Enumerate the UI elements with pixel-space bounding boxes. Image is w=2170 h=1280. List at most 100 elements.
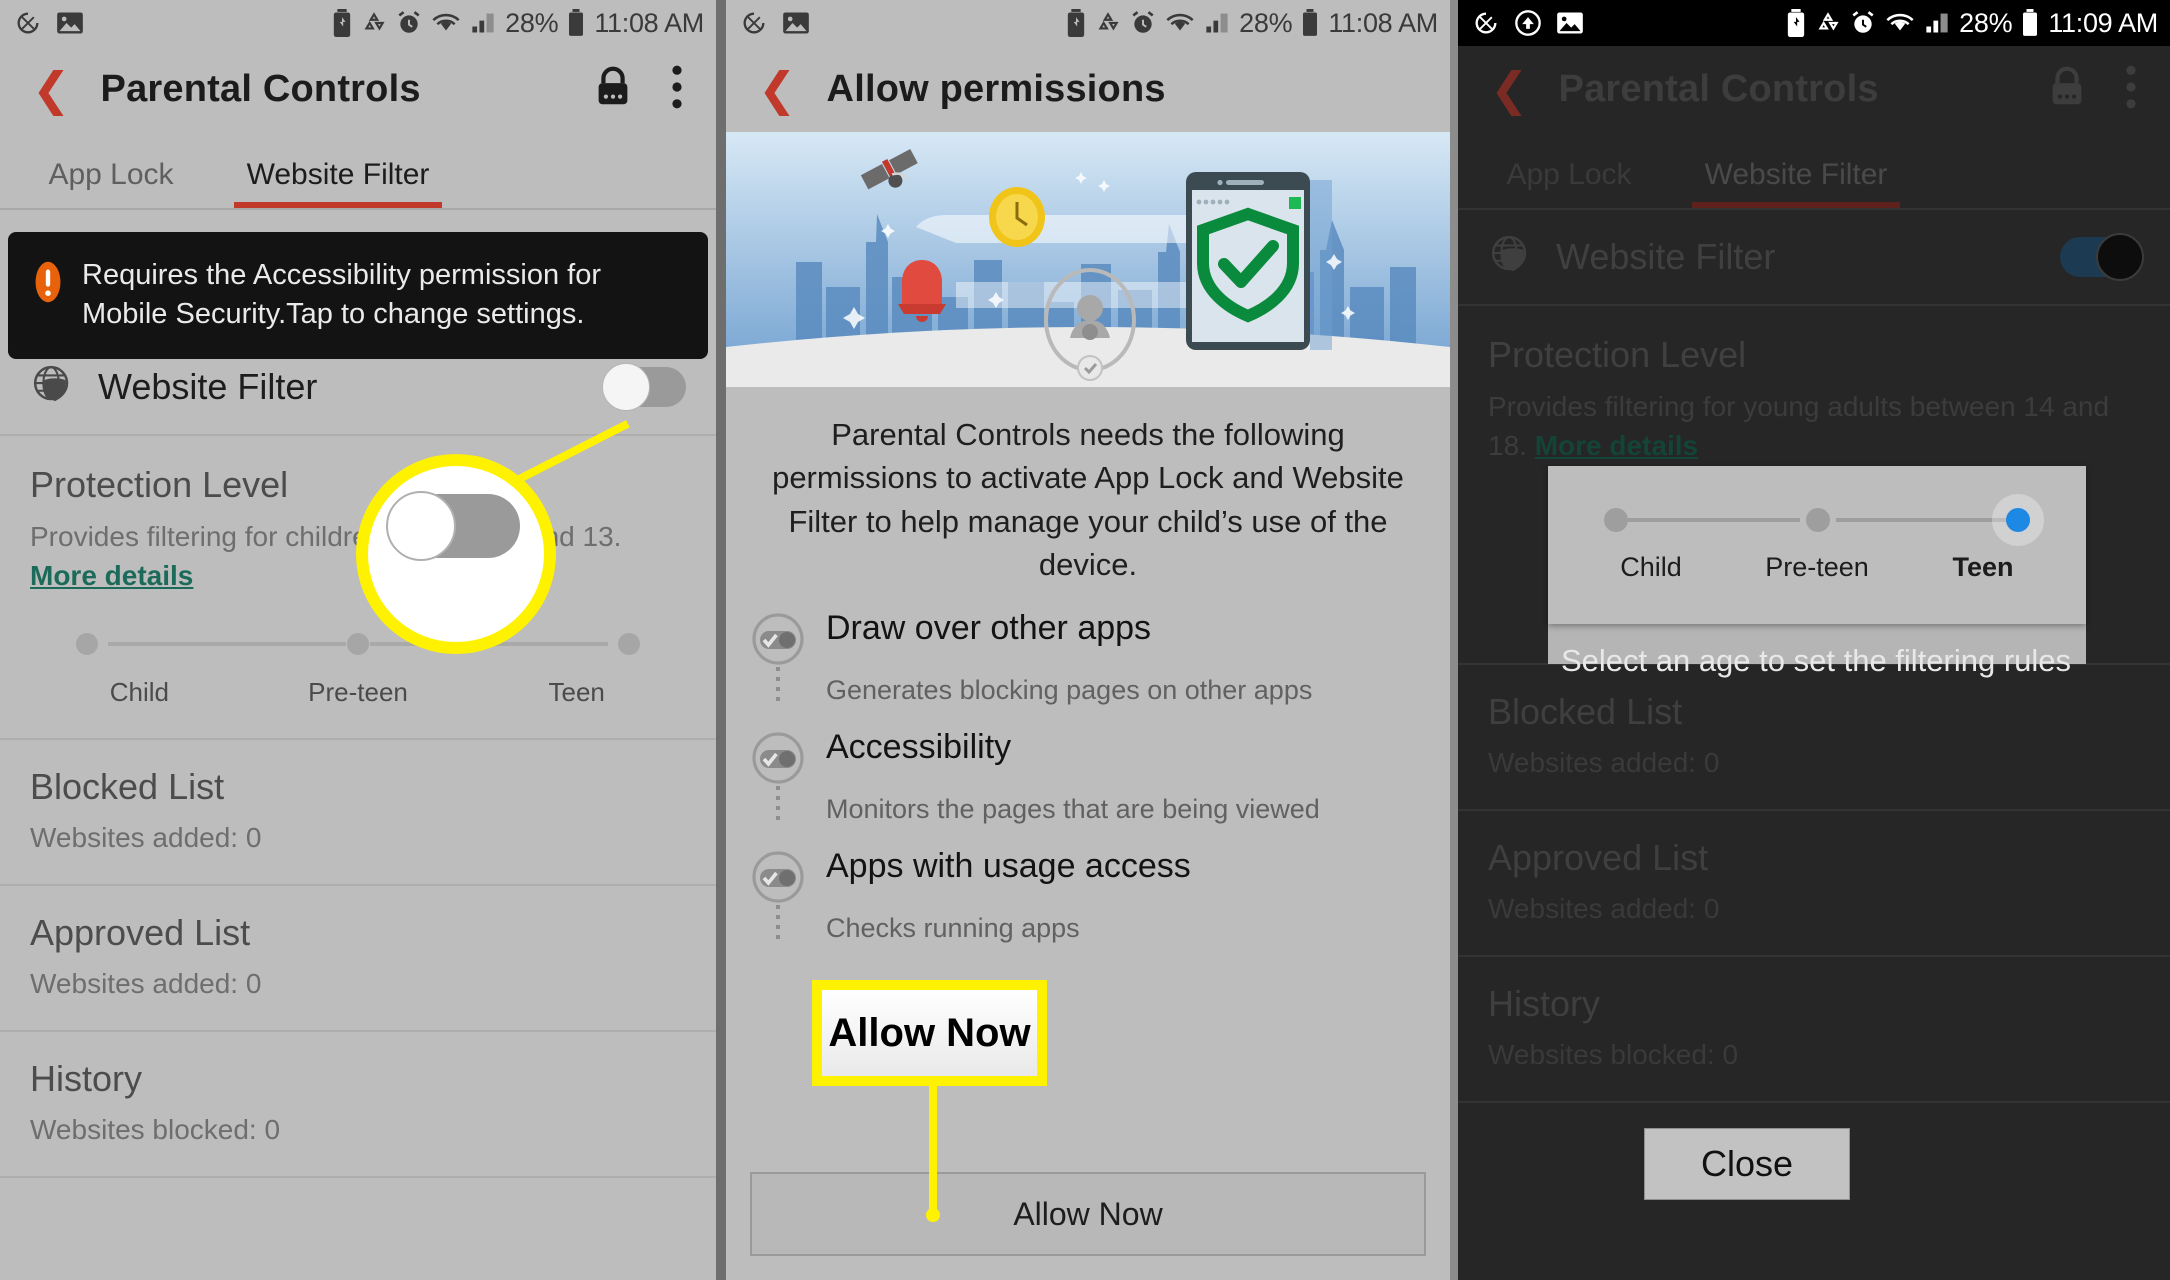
battery-percent: 28%: [1959, 7, 2013, 38]
slider-segment: [1628, 518, 1800, 522]
website-filter-toggle[interactable]: [602, 363, 686, 411]
age-level-popup[interactable]: Child Pre-teen Teen: [1548, 466, 2086, 624]
clock-time: 11:08 AM: [1328, 7, 1438, 38]
protection-level-title: Protection Level: [1488, 334, 1747, 375]
age-slider[interactable]: [1592, 500, 2042, 540]
page-title: Parental Controls: [1558, 67, 1879, 110]
approved-list-title: Approved List: [30, 912, 251, 954]
more-details-link[interactable]: More details: [1535, 430, 1698, 461]
permission-desc-row: Checks running apps: [752, 903, 1424, 944]
website-filter-row[interactable]: Website Filter: [1458, 210, 2170, 306]
permissions-hero-illustration: [726, 132, 1450, 387]
slider-dot-preteen[interactable]: [347, 633, 369, 656]
list-item[interactable]: History Websites blocked: 0: [1458, 957, 2170, 1104]
tab-app-lock[interactable]: App Lock: [0, 158, 222, 208]
list-item[interactable]: Approved List Websites added: 0: [0, 886, 716, 1033]
globe-shield-icon: [30, 362, 76, 413]
status-bar-right-icons: 28% 11:08 AM: [332, 8, 704, 39]
clock-time: 11:08 AM: [594, 7, 704, 38]
list-item[interactable]: History Websites blocked: 0: [0, 1032, 716, 1179]
website-filter-label: Website Filter: [1556, 236, 1776, 277]
lock-icon[interactable]: [2044, 64, 2090, 115]
battery-icon: [567, 9, 585, 37]
wifi-icon: [1165, 11, 1195, 35]
protection-level-title: Protection Level: [30, 464, 289, 505]
battery-saver-icon: [1066, 9, 1086, 37]
status-bar: 28% 11:08 AM: [726, 0, 1450, 46]
tab-website-filter[interactable]: Website Filter: [222, 158, 454, 208]
battery-percent: 28%: [505, 7, 559, 38]
panel-divider: [716, 0, 726, 1280]
connector-dots-icon: [776, 666, 780, 701]
upload-cloud-icon: [1514, 10, 1542, 36]
history-count: Websites blocked: 0: [1488, 1039, 1739, 1071]
age-label-teen: Teen: [1952, 552, 2014, 582]
lock-icon[interactable]: [590, 64, 636, 115]
alarm-icon: [396, 10, 422, 36]
permission-title: Accessibility: [826, 727, 1012, 766]
slider-label-child: Child: [109, 677, 169, 708]
app-bar: ❮ Parental Controls: [0, 46, 716, 132]
age-slider-labels: Child Pre-teen Teen: [1548, 552, 2086, 583]
permission-row[interactable]: Apps with usage access: [752, 847, 1424, 903]
slider-dot-preteen[interactable]: [1806, 508, 1830, 532]
more-details-link[interactable]: More details: [30, 560, 193, 591]
slider-dot-teen[interactable]: [2006, 508, 2030, 532]
list-item[interactable]: Blocked List Websites added: 0: [1458, 665, 2170, 812]
back-arrow-icon[interactable]: ❮: [1490, 66, 1529, 112]
history-title: History: [30, 1058, 143, 1100]
protection-level-description: Provides filtering for young adults betw…: [1488, 388, 2140, 465]
screen-rotate-icon: [14, 9, 42, 37]
magnified-toggle-knob: [386, 491, 456, 561]
list-item[interactable]: Blocked List Websites added: 0: [0, 740, 716, 887]
website-filter-toggle[interactable]: [2060, 233, 2144, 281]
protection-level-slider[interactable]: [44, 629, 672, 659]
status-bar-left-icons: [740, 9, 810, 37]
approved-list-count: Websites added: 0: [30, 968, 262, 1000]
screen-rotate-icon: [740, 9, 768, 37]
tab-bar: App Lock Website Filter: [0, 132, 716, 208]
permission-row[interactable]: Accessibility: [752, 728, 1424, 784]
battery-icon: [2021, 9, 2039, 37]
allow-now-button[interactable]: Allow Now: [750, 1172, 1426, 1256]
toggle-knob: [602, 363, 650, 411]
protection-level-section[interactable]: Protection Level Provides filtering for …: [0, 436, 716, 741]
back-arrow-icon[interactable]: ❮: [758, 66, 797, 112]
permission-row[interactable]: Draw over other apps: [752, 609, 1424, 665]
more-vert-icon[interactable]: [2124, 64, 2138, 115]
slider-dot-teen[interactable]: [618, 633, 640, 656]
slider-label-preteen: Pre-teen: [308, 677, 408, 708]
slider-segment: [108, 642, 346, 647]
callout-leader-dot: [926, 1208, 940, 1222]
tab-website-filter[interactable]: Website Filter: [1680, 158, 1912, 208]
back-arrow-icon[interactable]: ❮: [32, 66, 71, 112]
list-item[interactable]: Approved List Websites added: 0: [1458, 811, 2170, 958]
toggle-knob: [2096, 233, 2144, 281]
wifi-icon: [431, 11, 461, 35]
alarm-icon: [1130, 10, 1156, 36]
callout-label-allow-now: Allow Now: [812, 980, 1047, 1086]
close-button[interactable]: Close: [1644, 1128, 1850, 1200]
approved-list-count: Websites added: 0: [1488, 893, 1720, 925]
tab-app-lock[interactable]: App Lock: [1458, 158, 1680, 208]
age-selection-hint: Select an age to set the filtering rules: [1560, 643, 2072, 678]
signal-icon: [470, 11, 496, 35]
slider-label-teen: Teen: [548, 677, 605, 708]
slider-segment: [1836, 518, 2008, 522]
slider-dot-child[interactable]: [76, 633, 98, 656]
alert-icon: [34, 260, 62, 304]
callout-leader-line: [929, 1086, 937, 1216]
approved-list-title: Approved List: [1488, 837, 1709, 879]
more-vert-icon[interactable]: [670, 64, 684, 115]
toast-message: Requires the Accessibility permission fo…: [82, 259, 601, 330]
age-label-preteen: Pre-teen: [1765, 552, 1869, 582]
clock-time: 11:09 AM: [2048, 7, 2158, 38]
battery-icon: [1301, 9, 1319, 37]
permissions-body: Parental Controls needs the following pe…: [726, 387, 1450, 944]
battery-percent: 28%: [1239, 7, 1293, 38]
status-bar: 28% 11:09 AM: [1458, 0, 2170, 46]
slider-dot-child[interactable]: [1604, 508, 1628, 532]
connector-dots-icon: [776, 904, 780, 939]
permission-description: Monitors the pages that are being viewed: [826, 793, 1320, 824]
accessibility-permission-toast[interactable]: Requires the Accessibility permission fo…: [8, 232, 708, 360]
